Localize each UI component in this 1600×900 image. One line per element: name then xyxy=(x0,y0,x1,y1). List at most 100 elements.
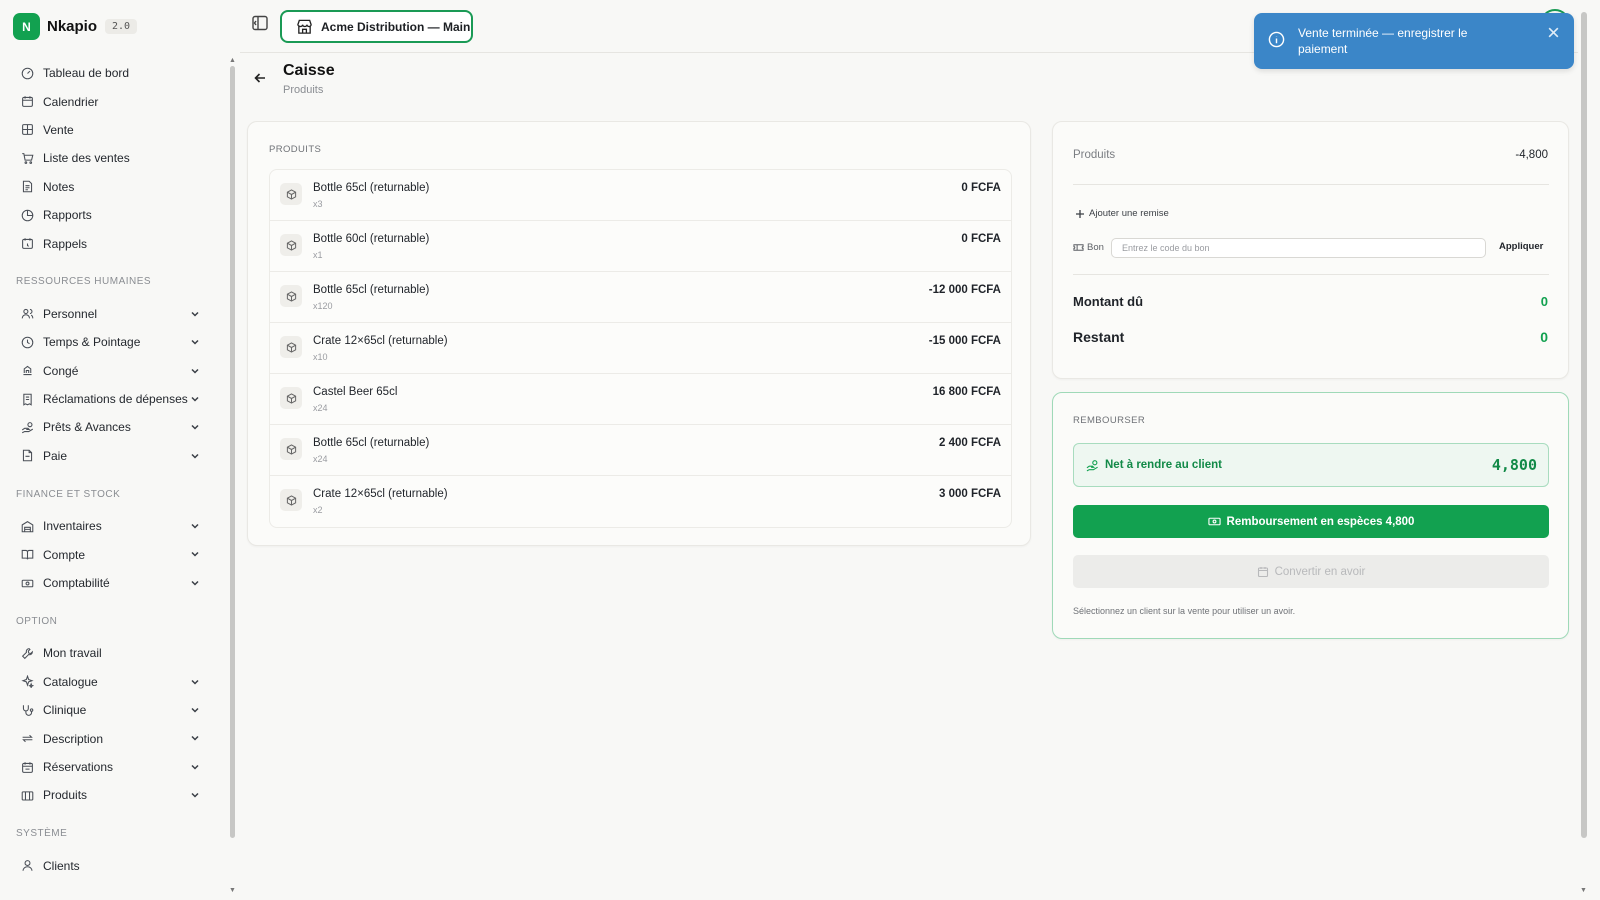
sidebar-nav: Tableau de bord Calendrier Vente Liste d… xyxy=(0,59,230,880)
net-refund-value: 4,800 xyxy=(1491,456,1537,474)
user-icon xyxy=(20,859,34,873)
sidebar-item-products[interactable]: Produits xyxy=(0,781,230,809)
product-row[interactable]: Bottle 65cl (returnable) x120 -12 000 FC… xyxy=(270,272,1011,323)
section-title-system: SYSTÈME xyxy=(16,828,68,840)
product-row[interactable]: Bottle 60cl (returnable) x1 0 FCFA xyxy=(270,221,1011,272)
convert-to-credit-button[interactable]: Convertir en avoir xyxy=(1073,555,1549,588)
store-icon xyxy=(297,19,312,34)
remaining-value: 0 xyxy=(1540,329,1548,345)
package-icon xyxy=(280,285,302,307)
sidebar-item-label: Clinique xyxy=(43,703,87,718)
product-row[interactable]: Crate 12×65cl (returnable) x10 -15 000 F… xyxy=(270,323,1011,374)
sidebar-item-my-work[interactable]: Mon travail xyxy=(0,639,230,667)
sidebar-item-label: Mon travail xyxy=(43,646,102,661)
plane-icon xyxy=(20,364,34,378)
sidebar-item-label: Vente xyxy=(43,122,74,137)
app-logo: N xyxy=(13,13,40,40)
section-title-hr: RESSOURCES HUMAINES xyxy=(16,276,152,288)
plus-icon xyxy=(1076,209,1084,218)
sidebar-item-reminders[interactable]: Rappels xyxy=(0,229,230,257)
package-icon xyxy=(280,438,302,460)
info-icon xyxy=(1268,31,1285,48)
product-price: -12 000 FCFA xyxy=(928,284,1001,296)
sidebar-item-accounting[interactable]: Comptabilité xyxy=(0,569,230,597)
wrench-icon xyxy=(20,646,34,660)
sidebar-item-leave[interactable]: Congé xyxy=(0,357,230,385)
product-qty: x120 xyxy=(313,301,333,311)
page-title: Caisse xyxy=(283,62,335,79)
sidebar-item-calendar[interactable]: Calendrier xyxy=(0,87,230,115)
sidebar-item-clients[interactable]: Clients xyxy=(0,852,230,880)
chevron-down-icon xyxy=(191,453,199,459)
sidebar-item-inventories[interactable]: Inventaires xyxy=(0,512,230,540)
cash-refund-label: Remboursement en espèces 4,800 xyxy=(1226,515,1415,528)
sidebar-toggle-icon[interactable] xyxy=(251,14,269,32)
sidebar-item-label: Temps & Pointage xyxy=(43,335,141,350)
sidebar-item-description[interactable]: Description xyxy=(0,724,230,752)
sidebar-item-reservations[interactable]: Réservations xyxy=(0,753,230,781)
apply-voucher-button[interactable]: Appliquer xyxy=(1499,241,1543,252)
chevron-down-icon xyxy=(191,368,199,374)
package-icon xyxy=(280,234,302,256)
toast-message: Vente terminée — enregistrer le paiement xyxy=(1298,26,1468,56)
receipt-icon xyxy=(20,392,34,406)
chevron-down-icon xyxy=(191,396,199,402)
brand[interactable]: N Nkapio 2.0 xyxy=(13,13,138,40)
sidebar-scroll-down-arrow[interactable]: ▼ xyxy=(229,887,236,894)
cash-refund-button[interactable]: Remboursement en espèces 4,800 xyxy=(1073,505,1549,538)
credit-hint: Sélectionnez un client sur la vente pour… xyxy=(1073,606,1296,616)
sidebar-item-label: Catalogue xyxy=(43,674,98,689)
voucher-code-input[interactable] xyxy=(1111,238,1486,258)
sidebar-item-reports[interactable]: Rapports xyxy=(0,201,230,229)
reminder-icon xyxy=(20,237,34,251)
product-price: 16 800 FCFA xyxy=(932,386,1001,398)
remaining-label: Restant xyxy=(1073,329,1125,345)
product-row[interactable]: Castel Beer 65cl x24 16 800 FCFA xyxy=(270,374,1011,425)
payslip-icon xyxy=(20,449,34,463)
sidebar-item-clinic[interactable]: Clinique xyxy=(0,696,230,724)
close-icon[interactable] xyxy=(1547,26,1560,39)
sidebar-item-catalogue[interactable]: Catalogue xyxy=(0,668,230,696)
sidebar-item-label: Description xyxy=(43,731,104,746)
chevron-down-icon xyxy=(191,764,199,770)
chevron-down-icon xyxy=(191,679,199,685)
sidebar-scrollbar[interactable] xyxy=(230,66,235,838)
sidebar-item-loans[interactable]: Prêts & Avances xyxy=(0,413,230,441)
sidebar-item-payroll[interactable]: Paie xyxy=(0,442,230,470)
sidebar-item-sale[interactable]: Vente xyxy=(0,116,230,144)
chevron-down-icon xyxy=(191,340,199,345)
sidebar-item-label: Personnel xyxy=(43,306,98,321)
net-refund-box: Net à rendre au client 4,800 xyxy=(1073,443,1549,487)
store-selector-label: Acme Distribution — Main xyxy=(321,19,471,34)
sidebar-item-staff[interactable]: Personnel xyxy=(0,300,230,328)
product-list: Bottle 65cl (returnable) x3 0 FCFA Bottl… xyxy=(269,169,1012,528)
convert-to-credit-label: Convertir en avoir xyxy=(1274,565,1366,578)
sidebar-item-notes[interactable]: Notes xyxy=(0,173,230,201)
product-row[interactable]: Bottle 65cl (returnable) x3 0 FCFA xyxy=(270,170,1011,221)
main-scrollbar[interactable] xyxy=(1581,12,1587,838)
product-row[interactable]: Bottle 65cl (returnable) x24 2 400 FCFA xyxy=(270,425,1011,476)
chevron-down-icon xyxy=(191,425,199,430)
back-arrow-icon[interactable] xyxy=(253,71,267,85)
sidebar-item-dashboard[interactable]: Tableau de bord xyxy=(0,59,230,87)
dashboard-icon xyxy=(20,66,34,80)
main-scroll-down-arrow[interactable]: ▼ xyxy=(1580,887,1587,894)
amount-due-label: Montant dû xyxy=(1073,294,1144,309)
sidebar-item-label: Compte xyxy=(43,547,86,562)
add-discount-button[interactable]: Ajouter une remise xyxy=(1075,208,1169,219)
stethoscope-icon xyxy=(20,703,34,717)
product-row[interactable]: Crate 12×65cl (returnable) x2 3 000 FCFA xyxy=(270,476,1011,527)
package-icon xyxy=(280,183,302,205)
package-icon xyxy=(280,387,302,409)
sidebar-scroll-up-arrow[interactable]: ▲ xyxy=(229,57,236,64)
sidebar-item-time[interactable]: Temps & Pointage xyxy=(0,328,230,356)
ticket-icon xyxy=(1073,244,1084,251)
summary-products-label: Produits xyxy=(1073,149,1116,161)
sidebar-item-account[interactable]: Compte xyxy=(0,540,230,568)
store-selector[interactable]: Acme Distribution — Main xyxy=(280,10,473,43)
sidebar-item-expense-claims[interactable]: Réclamations de dépenses xyxy=(0,385,230,413)
amount-due-value: 0 xyxy=(1540,294,1548,309)
summary-divider xyxy=(1073,184,1549,185)
sidebar-item-label: Rapports xyxy=(43,208,92,223)
sidebar-item-sales-list[interactable]: Liste des ventes xyxy=(0,144,230,172)
